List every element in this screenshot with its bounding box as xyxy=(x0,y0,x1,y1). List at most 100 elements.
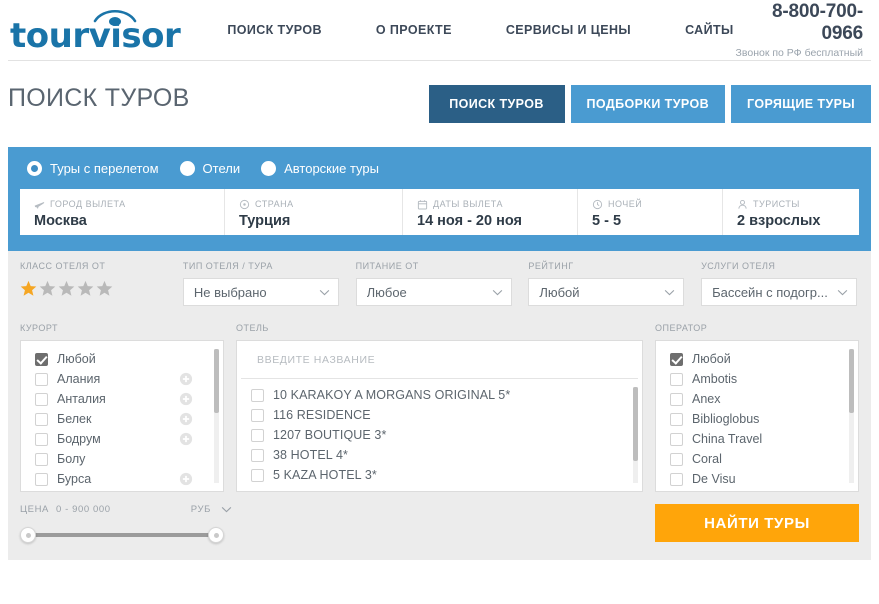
hotel-search-input[interactable] xyxy=(255,352,624,367)
list-item[interactable]: Ambotis xyxy=(656,369,858,389)
resort-scrollbar[interactable] xyxy=(214,349,219,483)
list-item[interactable]: Biblioglobus xyxy=(656,409,858,429)
checkbox-icon[interactable] xyxy=(35,452,48,466)
scrollbar-thumb[interactable] xyxy=(633,387,638,461)
slider-track xyxy=(26,533,218,537)
list-item[interactable]: Любой xyxy=(656,349,858,369)
list-item[interactable]: 1207 BOUTIQUE 3* xyxy=(237,425,642,445)
field-value: 14 ноя - 20 ноя xyxy=(417,213,522,229)
radio-author-tours[interactable]: Авторские туры xyxy=(261,161,379,176)
radio-dot-icon xyxy=(179,161,195,176)
checkbox-icon[interactable] xyxy=(35,392,48,406)
field-departure-dates[interactable]: ДАТЫ ВЫЛЕТА 14 ноя - 20 ноя xyxy=(403,189,578,235)
plus-circle-icon[interactable] xyxy=(179,372,193,386)
nav-item-services-prices[interactable]: СЕРВИСЫ И ЦЕНЫ xyxy=(506,23,631,37)
tab-hot-tours[interactable]: ГОРЯЩИЕ ТУРЫ xyxy=(731,85,871,123)
list-item[interactable]: Бурса xyxy=(21,469,223,489)
star-icon-empty[interactable] xyxy=(58,280,75,297)
checkbox-icon[interactable] xyxy=(251,428,264,442)
checkbox-icon[interactable] xyxy=(251,388,264,402)
star-icon-empty[interactable] xyxy=(77,280,94,297)
list-item[interactable]: 10 KARAKOY A MORGANS ORIGINAL 5* xyxy=(237,385,642,405)
list-item[interactable]: China Travel xyxy=(656,429,858,449)
list-item-label: Anex xyxy=(692,392,721,406)
plus-circle-icon[interactable] xyxy=(179,412,193,426)
radio-hotels[interactable]: Отели xyxy=(179,161,240,176)
nav-item-sites[interactable]: САЙТЫ xyxy=(685,23,734,37)
hotel-listbox[interactable]: 10 KARAKOY A MORGANS ORIGINAL 5* 116 RES… xyxy=(236,340,643,492)
checkbox-icon[interactable] xyxy=(35,412,48,426)
field-tourists[interactable]: ТУРИСТЫ 2 взрослых xyxy=(723,189,859,235)
checkbox-icon[interactable] xyxy=(35,352,48,366)
field-departure-city[interactable]: ГОРОД ВЫЛЕТА Москва xyxy=(20,189,225,235)
field-nights[interactable]: НОЧЕЙ 5 - 5 xyxy=(578,189,723,235)
list-item[interactable]: Алания xyxy=(21,369,223,389)
operator-listbox[interactable]: Любой Ambotis Anex Biblioglobus China Tr… xyxy=(655,340,859,492)
slider-handle-max[interactable] xyxy=(208,527,224,543)
select-meal[interactable]: Любое xyxy=(355,278,512,306)
list-item-label: De Visu xyxy=(692,472,736,486)
pin-icon xyxy=(239,199,250,210)
hotel-scrollbar[interactable] xyxy=(633,387,638,483)
scrollbar-thumb[interactable] xyxy=(849,349,854,413)
checkbox-icon[interactable] xyxy=(670,472,683,486)
list-item[interactable]: 116 RESIDENCE xyxy=(237,405,642,425)
checkbox-icon[interactable] xyxy=(670,392,683,406)
nav-item-search-tours[interactable]: ПОИСК ТУРОВ xyxy=(227,23,322,37)
currency-selector[interactable]: РУБ xyxy=(191,504,240,515)
checkbox-icon[interactable] xyxy=(670,372,683,386)
checkbox-icon[interactable] xyxy=(670,432,683,446)
plus-circle-icon[interactable] xyxy=(179,392,193,406)
list-item[interactable]: De Visu xyxy=(656,469,858,489)
filter-hotel-services: УСЛУГИ ОТЕЛЯ Бассейн с подогр... xyxy=(701,261,859,306)
operator-label: ОПЕРАТОР xyxy=(655,323,708,333)
checkbox-icon[interactable] xyxy=(35,372,48,386)
tab-tour-collections[interactable]: ПОДБОРКИ ТУРОВ xyxy=(570,85,726,123)
list-item[interactable]: Coral xyxy=(656,449,858,469)
checkbox-icon[interactable] xyxy=(251,468,264,482)
price-head: ЦЕНА 0 - 900 000 РУБ xyxy=(20,504,240,515)
plus-circle-icon[interactable] xyxy=(179,432,193,446)
site-logo[interactable]: tourvisor xyxy=(10,7,205,53)
checkbox-icon[interactable] xyxy=(251,448,264,462)
operator-scrollbar[interactable] xyxy=(849,349,854,483)
resort-listbox[interactable]: Любой Алания Анталия Белек Бодрум Болу Б… xyxy=(20,340,224,492)
field-country[interactable]: СТРАНА Турция xyxy=(225,189,403,235)
list-item[interactable]: 5 KAZA HOTEL 3* xyxy=(237,465,642,485)
radio-tours-with-flight[interactable]: Туры с перелетом xyxy=(27,161,159,176)
tab-search-tours[interactable]: ПОИСК ТУРОВ xyxy=(428,85,565,123)
checkbox-icon[interactable] xyxy=(35,432,48,446)
list-item[interactable]: 38 HOTEL 4* xyxy=(237,445,642,465)
hotel-list: 10 KARAKOY A MORGANS ORIGINAL 5* 116 RES… xyxy=(237,379,642,485)
plane-icon xyxy=(34,201,45,210)
list-item[interactable]: Anex xyxy=(656,389,858,409)
select-hotel-services[interactable]: Бассейн с подогр... xyxy=(701,278,858,306)
select-rating[interactable]: Любой xyxy=(528,278,685,306)
list-item[interactable]: Бодрум xyxy=(21,429,223,449)
star-icon-empty[interactable] xyxy=(96,280,113,297)
plus-circle-icon[interactable] xyxy=(179,472,193,486)
filter-lists: КУРОРТ Любой Алания Анталия Белек Бодрум… xyxy=(20,323,859,492)
checkbox-icon[interactable] xyxy=(251,408,264,422)
phone-number[interactable]: 8-800-700-0966 xyxy=(734,1,863,45)
checkbox-icon[interactable] xyxy=(670,352,683,366)
checkbox-icon[interactable] xyxy=(670,412,683,426)
list-item[interactable]: Белек xyxy=(21,409,223,429)
find-tours-button[interactable]: НАЙТИ ТУРЫ xyxy=(655,504,859,542)
checkbox-icon[interactable] xyxy=(670,452,683,466)
price-range-slider[interactable] xyxy=(20,527,224,543)
list-item[interactable]: Болу xyxy=(21,449,223,469)
star-rating-selector[interactable] xyxy=(20,280,183,297)
field-head: НОЧЕЙ xyxy=(592,199,722,210)
price-range-value: 0 - 900 000 xyxy=(55,504,111,515)
select-hotel-type[interactable]: Не выбрано xyxy=(182,278,339,306)
slider-handle-min[interactable] xyxy=(20,527,36,543)
checkbox-icon[interactable] xyxy=(35,472,48,486)
list-item[interactable]: Любой xyxy=(21,349,223,369)
list-item[interactable]: Анталия xyxy=(21,389,223,409)
hotel-search-row[interactable] xyxy=(241,341,638,379)
star-icon-empty[interactable] xyxy=(39,280,56,297)
star-icon-filled[interactable] xyxy=(20,280,37,297)
scrollbar-thumb[interactable] xyxy=(214,349,219,413)
nav-item-about[interactable]: О ПРОЕКТЕ xyxy=(376,23,452,37)
